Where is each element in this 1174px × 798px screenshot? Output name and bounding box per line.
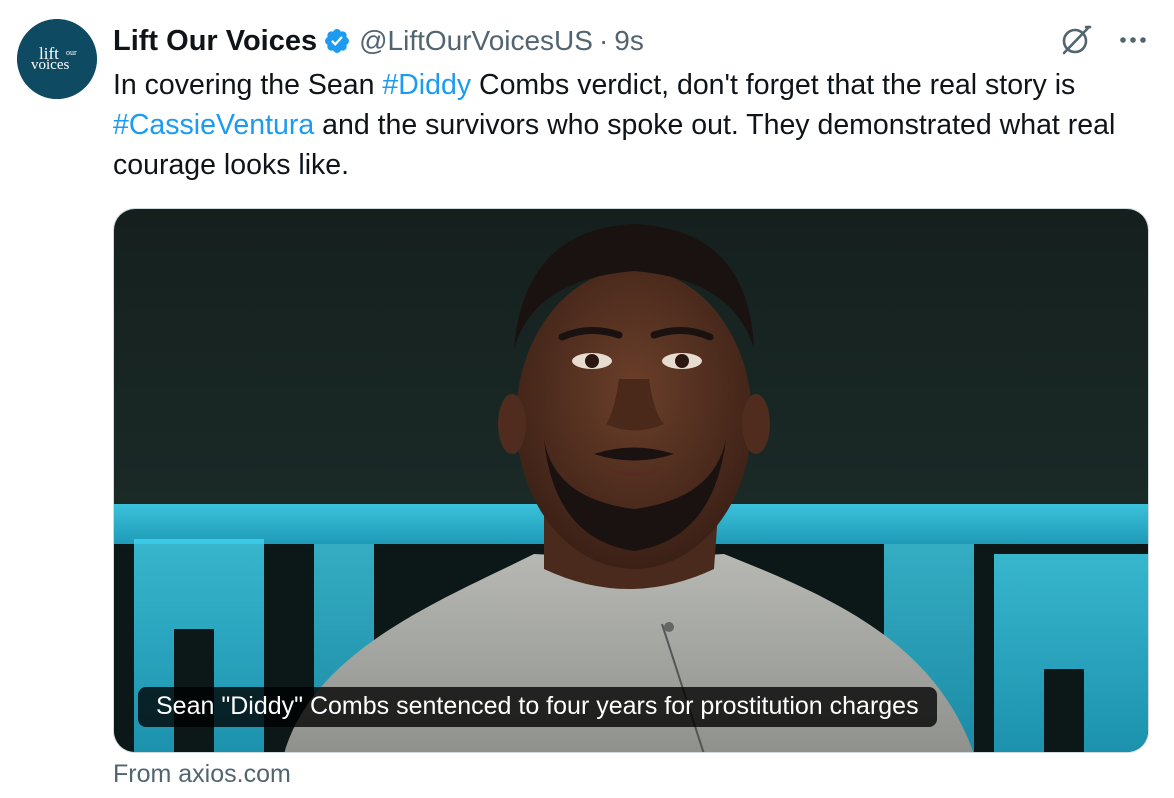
svg-text:our: our — [66, 48, 77, 57]
tweet-header: Lift Our Voices @LiftOurVoicesUS · 9s — [113, 22, 644, 60]
more-options-icon[interactable] — [1116, 23, 1150, 57]
hashtag-cassieventura[interactable]: #CassieVentura — [113, 109, 314, 141]
hashtag-diddy[interactable]: #Diddy — [382, 69, 471, 101]
card-caption: Sean "Diddy" Combs sentenced to four yea… — [138, 687, 937, 727]
tweet-text: In covering the Sean #Diddy Combs verdic… — [113, 65, 1153, 185]
avatar[interactable]: lift our voices — [17, 19, 97, 99]
tweet-text-part-1: In covering the Sean — [113, 69, 383, 101]
grok-icon[interactable] — [1058, 22, 1094, 58]
separator-dot: · — [598, 25, 609, 56]
timestamp[interactable]: 9s — [614, 25, 644, 57]
verified-badge-icon — [325, 29, 350, 53]
card-source-link[interactable]: From axios.com — [113, 760, 291, 789]
user-handle[interactable]: @LiftOurVoicesUS — [359, 25, 593, 57]
lift-our-voices-logo: lift our voices — [17, 19, 97, 99]
link-card[interactable]: Sean "Diddy" Combs sentenced to four yea… — [113, 208, 1149, 753]
svg-text:voices: voices — [31, 57, 69, 73]
tweet-actions — [1058, 22, 1150, 58]
article-photo — [114, 209, 1148, 752]
tweet-text-part-2: Combs verdict, don't forget that the rea… — [471, 69, 1076, 101]
display-name[interactable]: Lift Our Voices — [113, 25, 317, 58]
